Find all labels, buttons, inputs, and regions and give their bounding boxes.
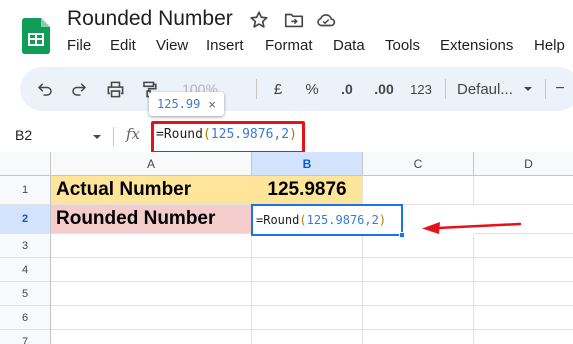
- row-header-3[interactable]: 3: [0, 234, 51, 258]
- chevron-down-icon: [524, 87, 532, 91]
- undo-icon: [37, 83, 52, 96]
- cell-a7[interactable]: [51, 330, 252, 344]
- cell-c1[interactable]: [363, 176, 474, 205]
- cell-b2-editor[interactable]: =Round(125.9876,2): [251, 204, 405, 238]
- row-header-4[interactable]: 4: [0, 258, 51, 282]
- cell-b6[interactable]: [252, 306, 363, 330]
- column-header-a[interactable]: A: [51, 152, 252, 176]
- menu-file[interactable]: File: [67, 37, 91, 54]
- cell-d3[interactable]: [474, 234, 573, 258]
- menu-extensions[interactable]: Extensions: [440, 37, 513, 54]
- redo-button[interactable]: [66, 67, 92, 111]
- tooltip-value: 125.99: [157, 97, 201, 111]
- fill-handle[interactable]: [399, 232, 405, 238]
- cell-a3[interactable]: [51, 234, 252, 258]
- cell-a6[interactable]: [51, 306, 252, 330]
- star-icon[interactable]: [248, 9, 270, 31]
- font-size-decrease-button[interactable]: −: [550, 67, 570, 111]
- font-select-caret[interactable]: [521, 67, 535, 111]
- cell-c4[interactable]: [363, 258, 474, 282]
- menu-edit[interactable]: Edit: [110, 37, 136, 54]
- formula-highlight-box: [151, 121, 305, 154]
- more-formats-button[interactable]: 123: [406, 67, 436, 111]
- cell-b5[interactable]: [252, 282, 363, 306]
- currency-button[interactable]: £: [268, 67, 288, 111]
- print-button[interactable]: [102, 67, 128, 111]
- menu-data[interactable]: Data: [333, 37, 365, 54]
- column-header-b[interactable]: B: [252, 152, 363, 176]
- cell-formula-arguments: 125.9876,2: [306, 213, 379, 227]
- cell-d7[interactable]: [474, 330, 573, 344]
- cell-a5[interactable]: [51, 282, 252, 306]
- chevron-down-icon[interactable]: [92, 132, 102, 142]
- cell-c3[interactable]: [363, 234, 474, 258]
- cell-c7[interactable]: [363, 330, 474, 344]
- decrease-decimal-button[interactable]: .0: [334, 67, 360, 111]
- select-all-corner[interactable]: [0, 152, 51, 176]
- menu-tools[interactable]: Tools: [385, 37, 420, 54]
- cell-formula-close-paren: ): [378, 213, 387, 227]
- cell-d6[interactable]: [474, 306, 573, 330]
- cloud-saved-icon[interactable]: [315, 9, 337, 31]
- cell-formula-function: =Round: [256, 213, 300, 227]
- row-header-2[interactable]: 2: [0, 205, 51, 234]
- column-header-d[interactable]: D: [474, 152, 573, 176]
- spreadsheet-grid: A B C D 1 2 3 4 5 6 7 Actual Number 125.…: [0, 152, 573, 344]
- cell-d5[interactable]: [474, 282, 573, 306]
- cell-c5[interactable]: [363, 282, 474, 306]
- undo-button[interactable]: [32, 67, 58, 111]
- cell-b3[interactable]: [252, 234, 363, 258]
- menu-insert[interactable]: Insert: [206, 37, 244, 54]
- cell-b1[interactable]: 125.9876: [252, 176, 363, 205]
- cell-a2[interactable]: Rounded Number: [51, 205, 252, 234]
- name-box[interactable]: B2: [15, 127, 32, 143]
- cell-a1[interactable]: Actual Number: [51, 176, 252, 205]
- formula-result-tooltip: 125.99 ×: [149, 92, 224, 116]
- row-header-5[interactable]: 5: [0, 282, 51, 306]
- cell-b7[interactable]: [252, 330, 363, 344]
- cell-d4[interactable]: [474, 258, 573, 282]
- cell-c6[interactable]: [363, 306, 474, 330]
- move-folder-icon[interactable]: [283, 9, 305, 31]
- arrow-icon: [422, 222, 522, 234]
- row-header-6[interactable]: 6: [0, 306, 51, 330]
- close-icon[interactable]: ×: [208, 97, 216, 112]
- fx-icon: fx: [126, 125, 141, 143]
- redo-icon: [72, 83, 87, 96]
- menu-view[interactable]: View: [156, 37, 188, 54]
- column-header-c[interactable]: C: [363, 152, 474, 176]
- cell-b4[interactable]: [252, 258, 363, 282]
- percent-button[interactable]: %: [302, 67, 322, 111]
- increase-decimal-button[interactable]: .00: [369, 67, 399, 111]
- menu-help[interactable]: Help: [534, 37, 565, 54]
- document-title[interactable]: Rounded Number: [67, 7, 233, 31]
- toolbar: 100% £ % .0 .00 123 Defaul... −: [20, 67, 573, 111]
- cell-formula-open-paren: (: [299, 213, 307, 227]
- row-header-7[interactable]: 7: [0, 330, 51, 344]
- sheets-logo[interactable]: [22, 18, 50, 54]
- row-header-1[interactable]: 1: [0, 176, 51, 205]
- menu-format[interactable]: Format: [265, 37, 313, 54]
- font-select[interactable]: Defaul...: [457, 67, 521, 111]
- cell-d1[interactable]: [474, 176, 573, 205]
- print-icon: [107, 81, 123, 97]
- cell-a4[interactable]: [51, 258, 252, 282]
